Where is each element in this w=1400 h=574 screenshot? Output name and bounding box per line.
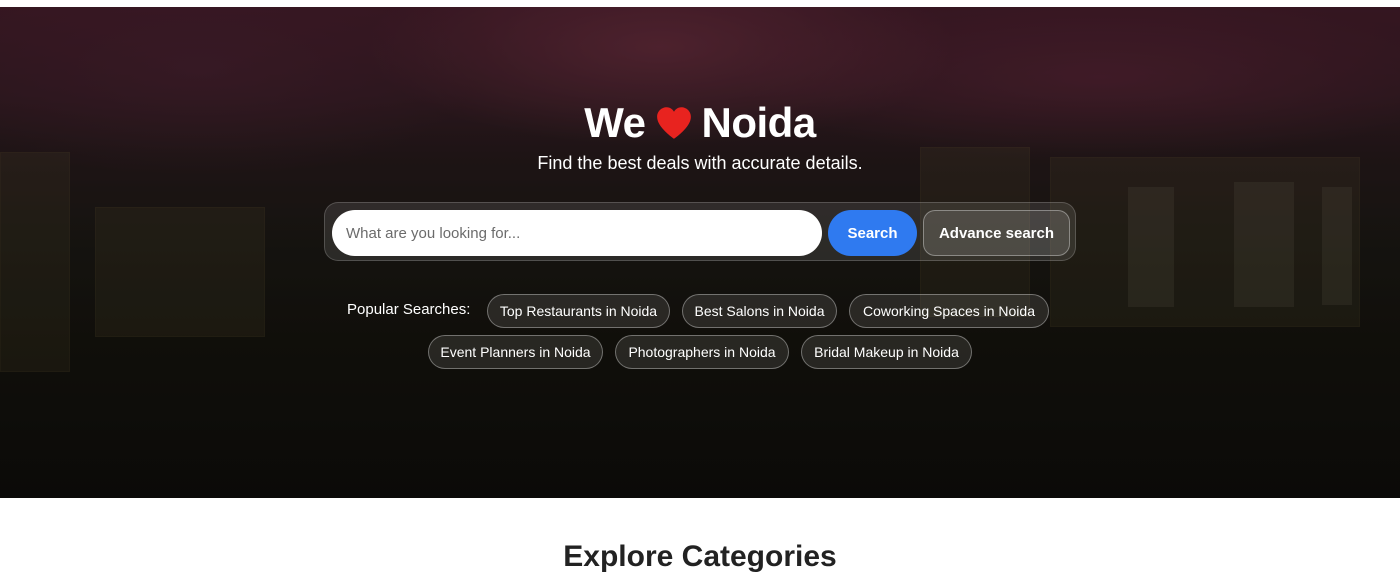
- popular-search-chip[interactable]: Photographers in Noida: [615, 335, 789, 369]
- hero-title-city: Noida: [701, 99, 817, 146]
- popular-search-chip[interactable]: Best Salons in Noida: [682, 294, 837, 328]
- search-bar: Search Advance search: [324, 202, 1076, 261]
- search-input[interactable]: [332, 210, 822, 256]
- search-button[interactable]: Search: [828, 210, 917, 256]
- hero-subtitle: Find the best deals with accurate detail…: [537, 153, 863, 173]
- popular-search-chip[interactable]: Top Restaurants in Noida: [487, 294, 670, 328]
- hero-title-we: We: [584, 99, 646, 146]
- top-strip: [0, 0, 1400, 7]
- section-title: Explore Categories: [563, 540, 837, 573]
- popular-search-chip[interactable]: Bridal Makeup in Noida: [801, 335, 972, 369]
- popular-search-chip[interactable]: Event Planners in Noida: [428, 335, 603, 369]
- popular-searches-label: Popular Searches:: [347, 301, 471, 318]
- advance-search-button[interactable]: Advance search: [923, 210, 1070, 256]
- popular-search-chip[interactable]: Coworking Spaces in Noida: [849, 294, 1049, 328]
- hero-title: We Noida: [0, 99, 1400, 147]
- heart-icon: [656, 107, 691, 139]
- hero-banner: We Noida Find the best deals with accura…: [0, 7, 1400, 498]
